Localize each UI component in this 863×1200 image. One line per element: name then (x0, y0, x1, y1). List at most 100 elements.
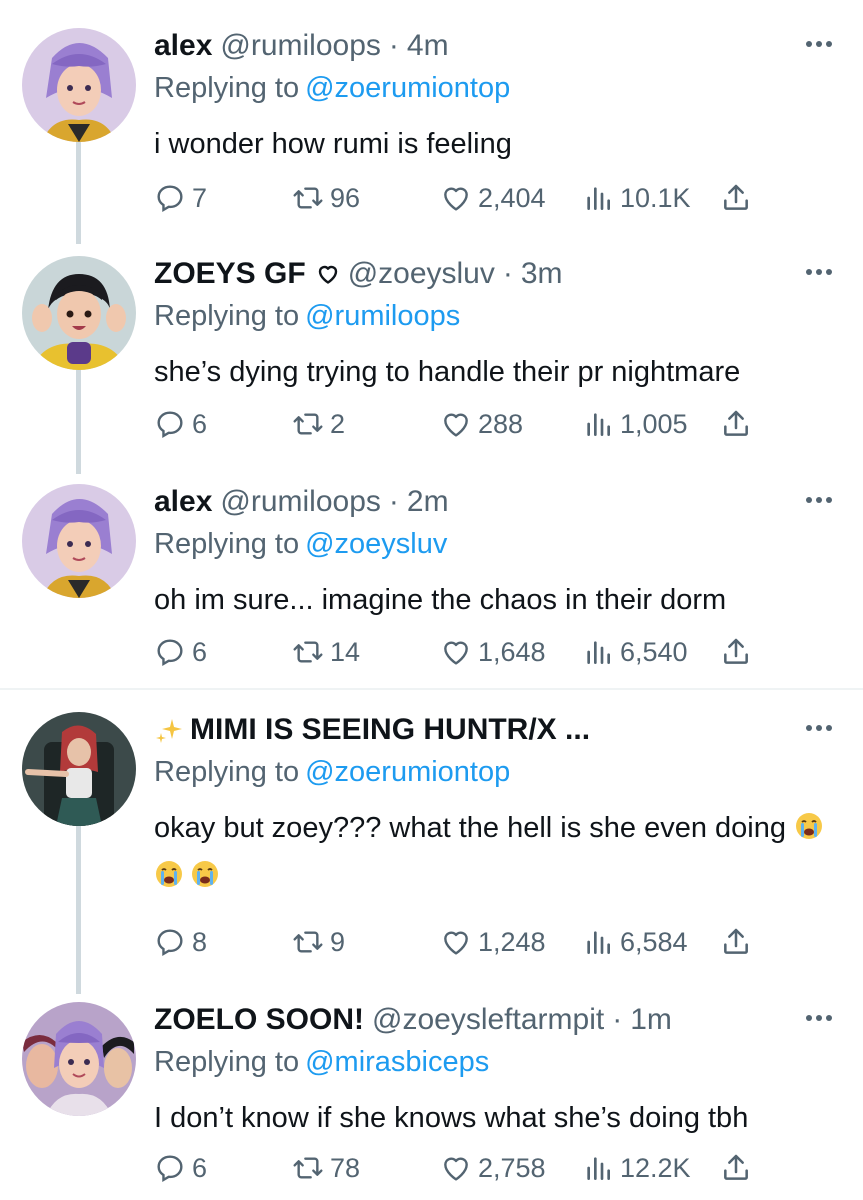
more-icon[interactable] (805, 486, 833, 514)
views-button[interactable]: 6,584 (582, 922, 688, 962)
loudly-crying-face-emoji (796, 813, 823, 839)
like-count: 1,248 (478, 926, 546, 957)
views-button[interactable]: 6,540 (582, 632, 688, 672)
mention-link[interactable]: @rumiloops (305, 300, 460, 332)
views-icon (587, 413, 610, 436)
action-bar: 6 78 2,758 12.2K (154, 1148, 774, 1188)
thread-line (76, 826, 81, 994)
like-button[interactable]: 1,648 (440, 632, 546, 672)
views-button[interactable]: 1,005 (582, 404, 688, 444)
user-handle[interactable]: @rumiloops (220, 29, 381, 63)
reply-count: 6 (192, 636, 208, 667)
reply-icon (157, 185, 183, 212)
replying-label: Replying to (154, 1046, 300, 1078)
more-icon[interactable] (805, 714, 833, 742)
views-button[interactable]: 12.2K (582, 1148, 691, 1188)
reply-button[interactable]: 8 (154, 922, 207, 962)
mention-link[interactable]: @mirasbiceps (305, 1046, 489, 1078)
tweet-text: okay but zoey??? what the hell is she ev… (154, 812, 786, 844)
display-name[interactable]: MIMI IS SEEING HUNTR/X ... (190, 713, 590, 747)
display-name[interactable]: alex (154, 485, 212, 519)
reply-button[interactable]: 6 (154, 404, 207, 444)
retweet-count: 14 (330, 636, 361, 667)
separator-dot: · (388, 485, 399, 518)
display-name[interactable]: ZOEYS GF (154, 257, 306, 291)
retweet-icon (293, 413, 323, 435)
tweet-text: I don’t know if she knows what she’s doi… (154, 1102, 749, 1134)
reply-count: 8 (192, 926, 208, 957)
loudly-crying-face-emoji (156, 861, 182, 887)
retweet-button[interactable]: 14 (292, 632, 360, 672)
thread-line (76, 370, 81, 474)
reply-button[interactable]: 6 (154, 632, 207, 672)
retweet-icon (293, 187, 323, 209)
retweet-count: 78 (330, 1152, 361, 1183)
loudly-crying-face-emoji (192, 861, 218, 887)
views-button[interactable]: 10.1K (582, 178, 691, 218)
reply-button[interactable]: 6 (154, 1148, 207, 1188)
share-button[interactable] (720, 1148, 752, 1188)
timestamp[interactable]: 3m (521, 257, 563, 291)
view-count: 6,540 (620, 636, 688, 667)
avatar[interactable] (22, 256, 136, 370)
avatar[interactable] (22, 712, 136, 826)
reply-count: 7 (192, 182, 208, 213)
like-button[interactable]: 1,248 (440, 922, 546, 962)
more-icon[interactable] (805, 258, 833, 286)
like-icon (444, 641, 468, 665)
share-button[interactable] (720, 404, 752, 444)
more-icon[interactable] (805, 1004, 833, 1032)
user-handle[interactable]: @zoeysluv (348, 257, 495, 291)
separator-dot: · (502, 257, 513, 290)
share-icon (724, 184, 748, 210)
mention-link[interactable]: @zoeysluv (305, 528, 447, 560)
share-icon (724, 638, 748, 664)
more-icon[interactable] (805, 30, 833, 58)
like-count: 1,648 (478, 636, 546, 667)
retweet-button[interactable]: 96 (292, 178, 360, 218)
action-bar: 7 96 2,404 10.1K (154, 178, 774, 218)
like-button[interactable]: 288 (440, 404, 523, 444)
tweet-text-container: okay but zoey??? what the hell is she ev… (154, 804, 844, 900)
share-icon (724, 410, 748, 436)
action-bar: 6 2 288 1,005 (154, 404, 774, 444)
replying-to: Replying to @mirasbiceps (154, 1046, 489, 1079)
views-icon (587, 187, 610, 210)
replying-label: Replying to (154, 756, 300, 788)
reply-button[interactable]: 7 (154, 178, 207, 218)
retweet-button[interactable]: 78 (292, 1148, 360, 1188)
like-button[interactable]: 2,404 (440, 178, 546, 218)
display-name[interactable]: ZOELO SOON! (154, 1003, 364, 1037)
like-count: 2,404 (478, 182, 546, 213)
retweet-button[interactable]: 2 (292, 404, 345, 444)
view-count: 12.2K (620, 1152, 691, 1183)
tweet-text: she’s dying trying to handle their pr ni… (154, 356, 741, 388)
thread-divider (0, 688, 863, 690)
share-icon (724, 1154, 748, 1180)
timestamp[interactable]: 1m (630, 1003, 672, 1037)
replying-label: Replying to (154, 528, 300, 560)
timestamp[interactable]: 2m (407, 485, 449, 519)
share-button[interactable] (720, 632, 752, 672)
avatar[interactable] (22, 28, 136, 142)
display-name[interactable]: alex (154, 29, 212, 63)
share-button[interactable] (720, 178, 752, 218)
mention-link[interactable]: @zoerumiontop (305, 756, 510, 788)
like-button[interactable]: 2,758 (440, 1148, 546, 1188)
user-handle[interactable]: @zoeysleftarmpit (372, 1003, 604, 1037)
avatar[interactable] (22, 1002, 136, 1116)
user-handle[interactable]: @rumiloops (220, 485, 381, 519)
reply-icon (157, 1155, 183, 1182)
replying-to: Replying to @zoeysluv (154, 528, 447, 561)
replying-to: Replying to @zoerumiontop (154, 72, 510, 105)
like-icon (444, 1157, 468, 1181)
tweet-text: i wonder how rumi is feeling (154, 128, 512, 160)
avatar[interactable] (22, 484, 136, 598)
retweet-button[interactable]: 9 (292, 922, 345, 962)
action-bar: 8 9 1,248 6,584 (154, 922, 774, 962)
mention-link[interactable]: @zoerumiontop (305, 72, 510, 104)
reply-icon (157, 929, 183, 956)
like-count: 288 (478, 408, 524, 439)
timestamp[interactable]: 4m (407, 29, 449, 63)
share-button[interactable] (720, 922, 752, 962)
